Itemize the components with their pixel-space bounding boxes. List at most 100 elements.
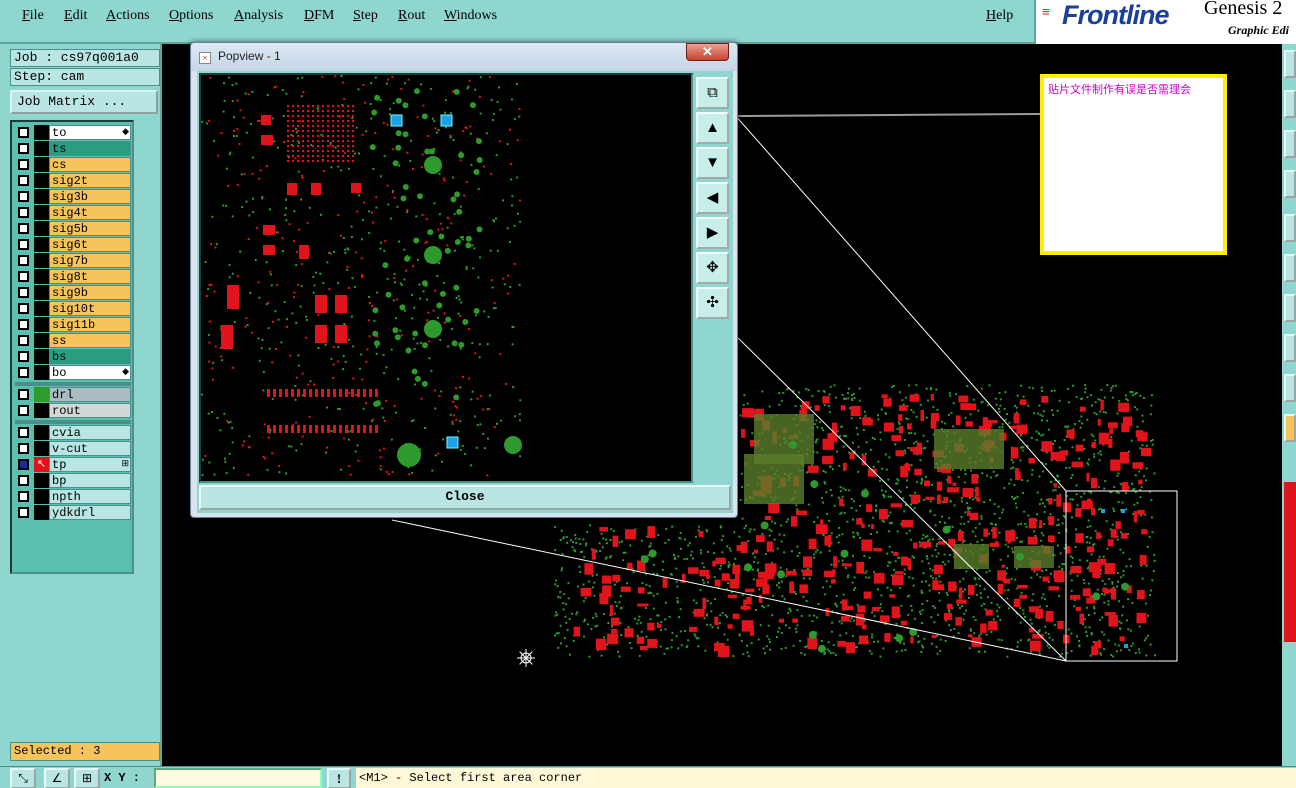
layer-row-npth[interactable]: npth <box>15 489 131 504</box>
layer-row-sig3b[interactable]: sig3b <box>15 189 131 204</box>
layer-row-sig9b[interactable]: sig9b <box>15 285 131 300</box>
active-layer-icon[interactable]: ↖ <box>34 457 49 472</box>
layer-checkbox[interactable] <box>18 271 29 282</box>
layer-color-swatch[interactable] <box>34 489 49 504</box>
layer-name[interactable]: drl <box>49 387 131 402</box>
layer-name[interactable]: sig5b <box>49 221 131 236</box>
layer-checkbox[interactable] <box>18 287 29 298</box>
layer-name[interactable]: ss <box>49 333 131 348</box>
layer-checkbox[interactable] <box>18 335 29 346</box>
grid-tool-icon[interactable]: ⊞ <box>74 768 100 788</box>
layer-name[interactable]: bs <box>49 349 131 364</box>
zoom-fit-icon[interactable]: ⧉ <box>696 77 729 109</box>
menu-rout[interactable]: Rout <box>398 8 425 24</box>
pan-left-icon[interactable]: ◀ <box>696 182 729 214</box>
right-tool-8[interactable] <box>1284 334 1296 362</box>
layer-checkbox[interactable] <box>18 127 29 138</box>
layer-color-swatch[interactable] <box>34 253 49 268</box>
pan-right-icon[interactable]: ▶ <box>696 217 729 249</box>
layer-row-sig10t[interactable]: sig10t <box>15 301 131 316</box>
layer-color-swatch[interactable] <box>34 173 49 188</box>
layer-name[interactable]: npth <box>49 489 131 504</box>
layer-checkbox[interactable] <box>18 475 29 486</box>
layer-color-swatch[interactable] <box>34 333 49 348</box>
layer-color-swatch[interactable] <box>34 301 49 316</box>
layer-checkbox[interactable] <box>18 239 29 250</box>
layer-row-ss[interactable]: ss <box>15 333 131 348</box>
layer-checkbox[interactable] <box>18 459 29 470</box>
layer-name[interactable]: to <box>49 125 131 140</box>
layer-color-swatch[interactable] <box>34 317 49 332</box>
layer-row-sig5b[interactable]: sig5b <box>15 221 131 236</box>
layer-checkbox[interactable] <box>18 159 29 170</box>
zoom-out-icon[interactable]: ✣ <box>696 287 729 319</box>
right-tool-1[interactable] <box>1284 50 1296 78</box>
layer-name[interactable]: sig10t <box>49 301 131 316</box>
layer-color-swatch[interactable] <box>34 141 49 156</box>
layer-color-swatch[interactable] <box>34 349 49 364</box>
layer-checkbox[interactable] <box>18 351 29 362</box>
popview-titlebar[interactable]: × Popview - 1 ✕ <box>191 43 737 71</box>
xy-coordinate-input[interactable] <box>154 768 322 788</box>
close-button[interactable]: Close <box>199 485 731 510</box>
layer-row-rout[interactable]: rout <box>15 403 131 418</box>
layer-name[interactable]: sig2t <box>49 173 131 188</box>
zoom-in-icon[interactable]: ✥ <box>696 252 729 284</box>
layer-name[interactable]: ydkdrl <box>49 505 131 520</box>
layer-color-swatch[interactable] <box>34 425 49 440</box>
prompt-alert-button[interactable]: ! <box>327 768 351 788</box>
layer-color-swatch[interactable] <box>34 125 49 140</box>
layer-name[interactable]: sig3b <box>49 189 131 204</box>
layer-row-sig8t[interactable]: sig8t <box>15 269 131 284</box>
layer-color-swatch[interactable] <box>34 365 49 380</box>
layer-color-swatch[interactable] <box>34 205 49 220</box>
popview-canvas[interactable] <box>199 73 693 483</box>
layer-checkbox[interactable] <box>18 491 29 502</box>
layer-row-sig11b[interactable]: sig11b <box>15 317 131 332</box>
layer-row-tp[interactable]: ↖ tp ⊞ <box>15 457 131 472</box>
measure-tool-icon[interactable]: ∠ <box>44 768 70 788</box>
layer-row-drl[interactable]: drl <box>15 387 131 402</box>
layer-checkbox[interactable] <box>18 427 29 438</box>
layer-checkbox[interactable] <box>18 255 29 266</box>
layer-checkbox[interactable] <box>18 223 29 234</box>
layer-name[interactable]: rout <box>49 403 131 418</box>
layer-color-swatch[interactable] <box>34 441 49 456</box>
layer-name[interactable]: sig7b <box>49 253 131 268</box>
layer-color-swatch[interactable] <box>34 221 49 236</box>
layer-row-bs[interactable]: bs <box>15 349 131 364</box>
layer-color-swatch[interactable] <box>34 237 49 252</box>
layer-row-sig6t[interactable]: sig6t <box>15 237 131 252</box>
layer-row-v-cut[interactable]: v-cut <box>15 441 131 456</box>
layer-name[interactable]: cs <box>49 157 131 172</box>
layer-color-swatch[interactable] <box>34 285 49 300</box>
menu-windows[interactable]: Windows <box>444 8 497 24</box>
layer-row-bp[interactable]: bp <box>15 473 131 488</box>
layer-name[interactable]: cvia <box>49 425 131 440</box>
layer-name[interactable]: sig8t <box>49 269 131 284</box>
layer-name[interactable]: tp <box>49 457 131 472</box>
menu-actions[interactable]: Actions <box>106 8 150 24</box>
layer-row-cvia[interactable]: cvia <box>15 425 131 440</box>
pan-down-icon[interactable]: ▼ <box>696 147 729 179</box>
layer-color-swatch[interactable] <box>34 403 49 418</box>
right-tool-5[interactable] <box>1284 214 1296 242</box>
right-tool-6[interactable] <box>1284 254 1296 282</box>
layer-color-swatch[interactable] <box>34 269 49 284</box>
layer-checkbox[interactable] <box>18 389 29 400</box>
layer-name[interactable]: sig11b <box>49 317 131 332</box>
layer-row-cs[interactable]: cs <box>15 157 131 172</box>
menu-dfm[interactable]: DFM <box>304 8 334 24</box>
right-tool-2[interactable] <box>1284 90 1296 118</box>
layer-checkbox[interactable] <box>18 443 29 454</box>
layer-color-swatch[interactable] <box>34 157 49 172</box>
layer-row-to[interactable]: to ◆ <box>15 125 131 140</box>
layer-name[interactable]: v-cut <box>49 441 131 456</box>
job-matrix-button[interactable]: Job Matrix ... <box>10 90 158 114</box>
layer-name[interactable]: sig9b <box>49 285 131 300</box>
right-tool-9[interactable] <box>1284 374 1296 402</box>
menu-analysis[interactable]: Analysis <box>234 8 283 24</box>
layer-row-bo[interactable]: bo ◆ <box>15 365 131 380</box>
layer-checkbox[interactable] <box>18 507 29 518</box>
layer-row-sig2t[interactable]: sig2t <box>15 173 131 188</box>
